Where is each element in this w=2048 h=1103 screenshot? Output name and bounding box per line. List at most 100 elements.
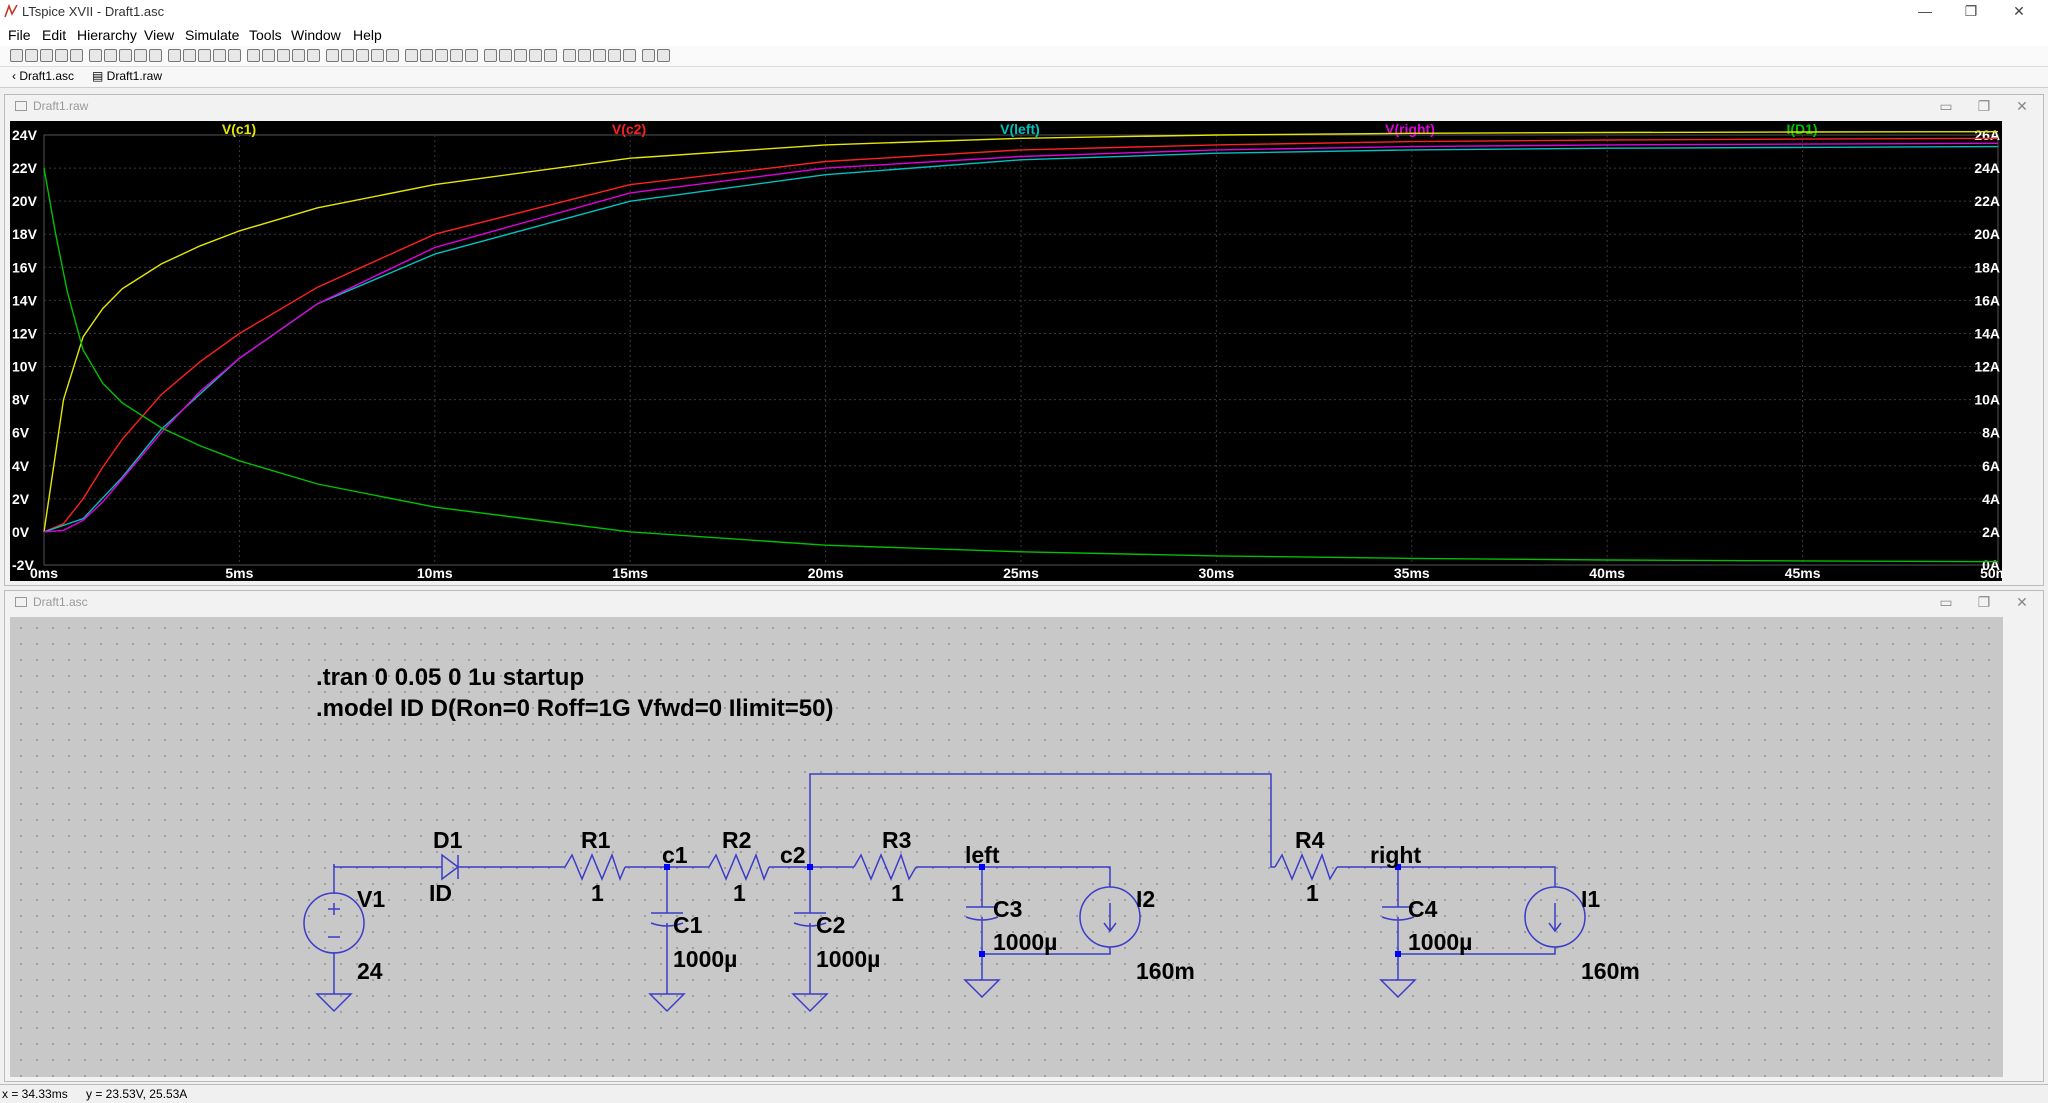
toolbar-button-icon[interactable] (544, 49, 557, 62)
toolbar-button-icon[interactable] (371, 49, 384, 62)
menu-view[interactable]: View (144, 27, 174, 43)
minimize-window-button[interactable]: — (1906, 0, 1944, 24)
toolbar-button-icon[interactable] (450, 49, 463, 62)
waveform-chart[interactable]: 0ms 5ms 10ms 15ms 20ms 25ms 30ms 35ms 40ms 45ms 50… (10, 121, 2016, 581)
toolbar-button-icon[interactable] (657, 49, 670, 62)
waveform-minimize-button[interactable]: ▭ (1931, 97, 1961, 115)
close-window-button[interactable]: ✕ (2000, 0, 2038, 24)
toolbar-button-icon[interactable] (563, 49, 576, 62)
r4-value-label[interactable]: 1 (1306, 880, 1319, 906)
toolbar-button-icon[interactable] (213, 49, 226, 62)
toolbar-button-icon[interactable] (356, 49, 369, 62)
waveform-plot[interactable]: 0ms 5ms 10ms 15ms 20ms 25ms 30ms 35ms 40ms 45ms 50… (10, 121, 2016, 581)
toolbar-button-icon[interactable] (183, 49, 196, 62)
menu-window[interactable]: Window (291, 27, 341, 43)
c4-value-label[interactable]: 1000µ (1408, 929, 1472, 955)
menu-simulate[interactable]: Simulate (185, 27, 239, 43)
v1-ref-label[interactable]: V1 (357, 886, 385, 912)
restore-window-button[interactable]: ❐ (1952, 0, 1990, 24)
c2-ref-label[interactable]: C2 (816, 912, 845, 938)
series-legend-label[interactable]: V(c1) (222, 121, 256, 137)
current-source-i1[interactable] (1524, 886, 1586, 948)
toolbar-button-icon[interactable] (104, 49, 117, 62)
waveform-close-button[interactable]: ✕ (2007, 97, 2037, 115)
toolbar-button-icon[interactable] (623, 49, 636, 62)
diode-d1[interactable] (430, 853, 462, 881)
net-label-right[interactable]: right (1370, 842, 1421, 868)
toolbar-button-icon[interactable] (593, 49, 606, 62)
resistor-r4[interactable] (1274, 852, 1338, 881)
toolbar-button-icon[interactable] (435, 49, 448, 62)
r1-ref-label[interactable]: R1 (581, 827, 611, 853)
tran-directive[interactable]: .tran 0 0.05 0 1u startup (316, 664, 584, 691)
waveform-maximize-button[interactable]: ❐ (1969, 97, 1999, 115)
menu-hierarchy[interactable]: Hierarchy (77, 27, 137, 43)
c4-ref-label[interactable]: C4 (1408, 896, 1438, 922)
toolbar-button-icon[interactable] (326, 49, 339, 62)
r2-value-label[interactable]: 1 (733, 880, 746, 906)
net-label-c2[interactable]: c2 (780, 842, 806, 868)
r3-value-label[interactable]: 1 (891, 880, 904, 906)
toolbar-button-icon[interactable] (499, 49, 512, 62)
toolbar-button-icon[interactable] (70, 49, 83, 62)
tab-draft1-asc[interactable]: ‹ Draft1.asc (8, 69, 78, 85)
toolbar-button-icon[interactable] (247, 49, 260, 62)
menu-help[interactable]: Help (353, 27, 382, 43)
toolbar-button-icon[interactable] (465, 49, 478, 62)
menu-file[interactable]: File (8, 27, 31, 43)
toolbar-button-icon[interactable] (40, 49, 53, 62)
toolbar-button-icon[interactable] (484, 49, 497, 62)
toolbar-button-icon[interactable] (198, 49, 211, 62)
toolbar-button-icon[interactable] (277, 49, 290, 62)
d1-value-label[interactable]: ID (429, 880, 452, 906)
d1-ref-label[interactable]: D1 (433, 827, 463, 853)
i2-ref-label[interactable]: I2 (1136, 886, 1155, 912)
toolbar-button-icon[interactable] (134, 49, 147, 62)
toolbar-button-icon[interactable] (10, 49, 23, 62)
toolbar-button-icon[interactable] (420, 49, 433, 62)
toolbar-button-icon[interactable] (578, 49, 591, 62)
toolbar-button-icon[interactable] (529, 49, 542, 62)
resistor-r2[interactable] (708, 852, 770, 882)
toolbar-button-icon[interactable] (292, 49, 305, 62)
r4-ref-label[interactable]: R4 (1295, 827, 1325, 853)
i1-value-label[interactable]: 160m (1581, 958, 1640, 984)
c3-ref-label[interactable]: C3 (993, 896, 1022, 922)
net-label-c1[interactable]: c1 (662, 842, 688, 868)
series-legend-label[interactable]: I(D1) (1786, 121, 1817, 137)
i2-value-label[interactable]: 160m (1136, 958, 1195, 984)
toolbar-button-icon[interactable] (307, 49, 320, 62)
toolbar-button-icon[interactable] (262, 49, 275, 62)
toolbar-button-icon[interactable] (386, 49, 399, 62)
c3-value-label[interactable]: 1000µ (993, 929, 1057, 955)
i1-ref-label[interactable]: I1 (1581, 886, 1600, 912)
schematic-drawing[interactable]: .tran 0 0.05 0 1u startup .model ID D(Ro… (10, 617, 2003, 1077)
voltage-source-v1[interactable] (303, 892, 365, 954)
v1-value-label[interactable]: 24 (357, 958, 383, 984)
model-directive[interactable]: .model ID D(Ron=0 Roff=1G Vfwd=0 Ilimit=… (316, 695, 833, 722)
resistor-r3[interactable] (853, 852, 917, 881)
series-legend-label[interactable]: V(left) (1000, 121, 1040, 137)
menu-tools[interactable]: Tools (249, 27, 282, 43)
series-line-id1[interactable] (43, 167, 1999, 563)
toolbar-button-icon[interactable] (25, 49, 38, 62)
series-legend-label[interactable]: V(c2) (612, 121, 646, 137)
toolbar-button-icon[interactable] (514, 49, 527, 62)
schematic-maximize-button[interactable]: ❐ (1969, 593, 1999, 611)
r3-ref-label[interactable]: R3 (882, 827, 911, 853)
current-source-i2[interactable] (1079, 886, 1141, 948)
r1-value-label[interactable]: 1 (591, 880, 604, 906)
toolbar-button-icon[interactable] (168, 49, 181, 62)
c1-value-label[interactable]: 1000µ (673, 946, 737, 972)
toolbar-button-icon[interactable] (642, 49, 655, 62)
c2-value-label[interactable]: 1000µ (816, 946, 880, 972)
menu-edit[interactable]: Edit (42, 27, 66, 43)
toolbar-button-icon[interactable] (608, 49, 621, 62)
net-label-left[interactable]: left (965, 842, 1000, 868)
toolbar-button-icon[interactable] (89, 49, 102, 62)
c1-ref-label[interactable]: C1 (673, 912, 703, 938)
toolbar-button-icon[interactable] (405, 49, 418, 62)
schematic-canvas[interactable]: .tran 0 0.05 0 1u startup .model ID D(Ro… (10, 617, 2003, 1077)
toolbar-button-icon[interactable] (149, 49, 162, 62)
series-legend-label[interactable]: V(right) (1385, 121, 1435, 137)
